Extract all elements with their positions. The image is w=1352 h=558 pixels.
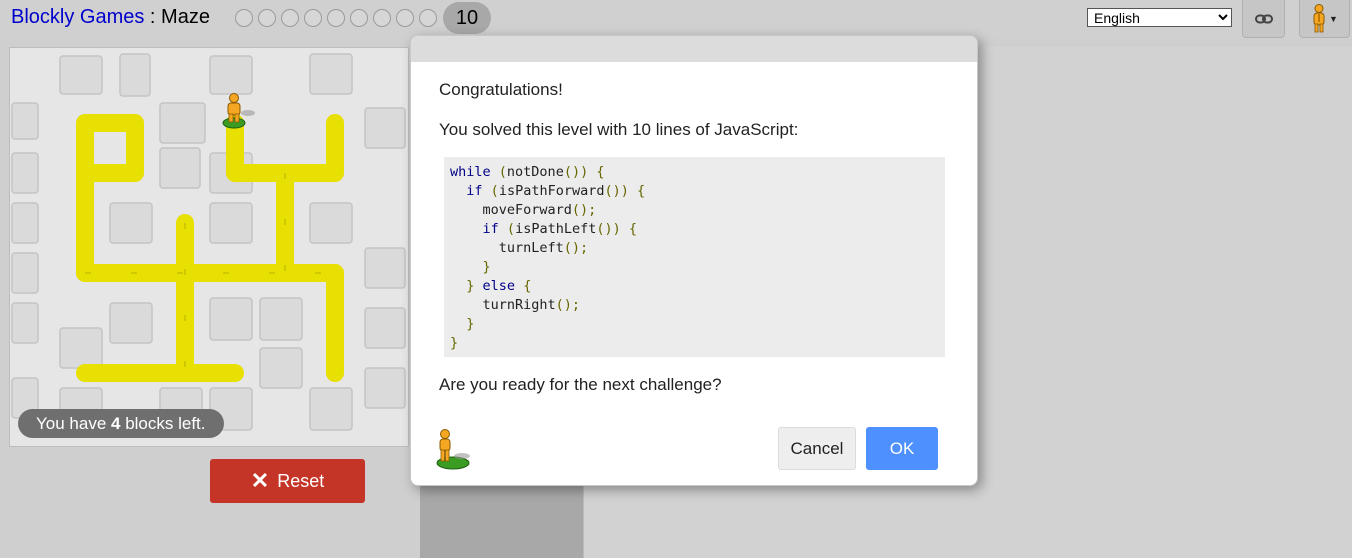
code-token: if <box>466 183 483 199</box>
level-selector: 10 <box>235 2 491 34</box>
code-token: turnRight <box>450 297 556 313</box>
level-dot-4[interactable] <box>304 9 322 27</box>
code-line: } <box>450 334 945 353</box>
code-token: if <box>482 221 499 237</box>
code-token: ()) { <box>596 221 637 237</box>
maze-svg <box>11 53 406 431</box>
code-token: (); <box>555 297 581 313</box>
blocks-left-indicator: You have 4 blocks left. <box>18 409 224 438</box>
dialog-solved-text: You solved this level with 10 lines of J… <box>439 120 799 139</box>
maze-canvas <box>9 47 409 447</box>
language-select[interactable]: English <box>1087 8 1232 27</box>
code-line: turnLeft(); <box>450 239 945 258</box>
code-line: } <box>450 258 945 277</box>
title-separator: : <box>144 6 162 28</box>
code-token: { <box>596 164 605 180</box>
blocks-left-suffix: blocks left. <box>120 414 206 433</box>
code-token: isPathForward <box>498 183 605 199</box>
level-dot-1[interactable] <box>235 9 253 27</box>
level-dot-3[interactable] <box>281 9 299 27</box>
game-name: Maze <box>161 6 210 28</box>
code-line: if (isPathForward()) { <box>450 182 945 201</box>
code-line: turnRight(); <box>450 296 945 315</box>
close-icon: ✕ <box>250 468 270 493</box>
blocks-left-prefix: You have <box>36 414 111 433</box>
reset-button[interactable]: ✕ Reset <box>210 459 365 503</box>
code-token: } <box>466 316 475 332</box>
link-icon <box>1254 14 1273 23</box>
code-token: isPathLeft <box>515 221 597 237</box>
page-title: Blockly Games : Maze <box>11 6 210 29</box>
code-line: if (isPathLeft()) { <box>450 220 945 239</box>
code-token: ()) { <box>604 183 646 199</box>
next-challenge-prompt: Are you ready for the next challenge? <box>439 375 722 394</box>
code-token: } <box>482 259 491 275</box>
pegman-menu-button[interactable]: ▼ <box>1299 0 1350 38</box>
code-line: } <box>450 315 945 334</box>
blockly-games-link[interactable]: Blockly Games <box>11 6 144 28</box>
code-token: turnLeft <box>450 240 564 256</box>
code-token: else <box>482 278 516 294</box>
code-listing: while (notDone()) { if (isPathForward())… <box>444 157 945 357</box>
code-token: (); <box>563 240 589 256</box>
chevron-down-icon: ▼ <box>1329 13 1338 24</box>
code-token: while <box>450 164 491 180</box>
ok-button[interactable]: OK <box>866 427 938 470</box>
code-token: ()) <box>563 164 589 180</box>
code-token: (); <box>571 202 597 218</box>
code-line: moveForward(); <box>450 201 945 220</box>
cancel-button[interactable]: Cancel <box>778 427 856 470</box>
code-token: } <box>450 335 459 351</box>
level-dot-7[interactable] <box>373 9 391 27</box>
level-dot-6[interactable] <box>350 9 368 27</box>
level-dot-8[interactable] <box>396 9 414 27</box>
link-button[interactable] <box>1242 0 1285 38</box>
code-token: ( <box>506 221 516 237</box>
level-dot-5[interactable] <box>327 9 345 27</box>
code-token: ( <box>490 183 499 199</box>
dialog-heading: Congratulations! <box>439 80 563 99</box>
level-dot-2[interactable] <box>258 9 276 27</box>
pegman-character <box>222 93 255 129</box>
page-header: Blockly Games : Maze 10 English ▼ <box>0 0 1352 38</box>
code-token: ( <box>498 164 507 180</box>
code-line: } else { <box>450 277 945 296</box>
code-token: { <box>523 278 532 294</box>
level-dot-9[interactable] <box>419 9 437 27</box>
dialog-titlebar[interactable] <box>411 36 977 62</box>
code-line: while (notDone()) { <box>450 163 945 182</box>
reset-label: Reset <box>277 470 325 491</box>
pegman-icon <box>1313 3 1325 32</box>
congratulations-dialog: Congratulations! You solved this level w… <box>410 35 978 486</box>
pegman-icon <box>435 428 471 475</box>
code-token: notDone <box>506 164 564 180</box>
code-token: moveForward <box>450 202 572 218</box>
current-level-indicator[interactable]: 10 <box>443 2 491 34</box>
